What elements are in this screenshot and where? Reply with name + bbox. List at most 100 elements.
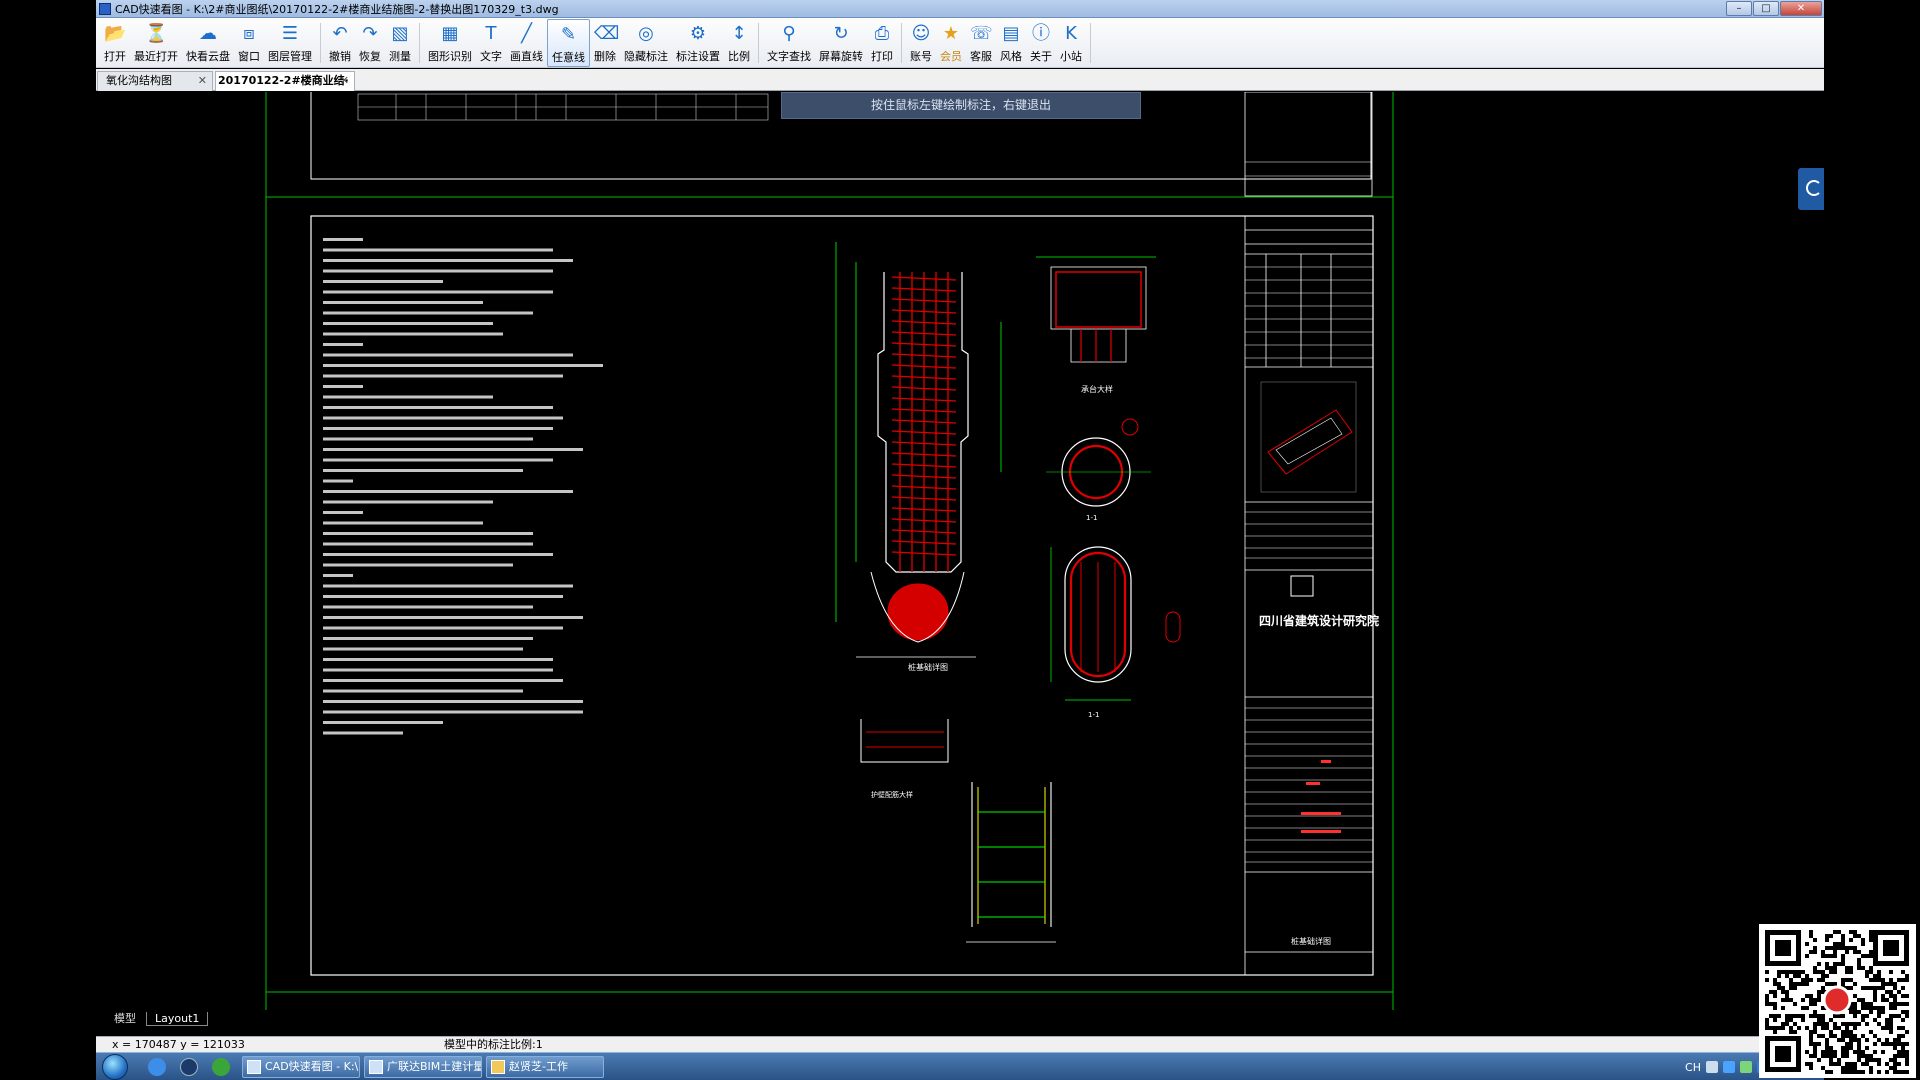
toolbar-button-print[interactable]: ⎙ 打印 — [867, 19, 897, 67]
toolbar-button-scale[interactable]: ↕ 比例 — [724, 19, 754, 67]
measure-icon: ▧ — [391, 23, 409, 44]
toolbar-button-eraser[interactable]: ⌫ 删除 — [590, 19, 620, 67]
media-player-icon[interactable] — [180, 1058, 198, 1076]
close-tab-icon[interactable]: ✕ — [340, 72, 349, 90]
note-line — [323, 605, 533, 609]
taskbar-item-cad-viewer[interactable]: CAD快速看图 - K:\2... — [242, 1056, 360, 1078]
toolbar-button-text-search[interactable]: ⚲ 文字查找 — [763, 19, 815, 67]
toolbar-button-undo[interactable]: ↶ 撤销 — [325, 19, 355, 67]
window-controls: – □ ✕ — [1726, 1, 1822, 16]
toolbar-button-hide-annotation[interactable]: ◎ 隐藏标注 — [620, 19, 672, 67]
note-line — [323, 290, 553, 294]
cursor-coordinates: x = 170487 y = 121033 — [112, 1038, 245, 1051]
note-line — [323, 311, 533, 315]
note-line — [323, 553, 553, 556]
hide-annotation-icon: ◎ — [638, 23, 654, 44]
scale-icon: ↕ — [731, 23, 747, 44]
note-line — [323, 248, 553, 252]
oval-section-detail: 1-1 — [1050, 546, 1181, 719]
toolbar-button-cloud[interactable]: ☁ 快看云盘 — [182, 19, 234, 67]
task-label: 赵贤芝-工作 — [509, 1060, 568, 1073]
note-line — [323, 647, 523, 651]
taskbar-item-glodon-bim[interactable]: 广联达BIM土建计量... — [364, 1056, 482, 1078]
headset-icon: ☏ — [970, 23, 993, 44]
status-bar: x = 170487 y = 121033 模型中的标注比例:1 — [96, 1036, 1824, 1052]
toolbar-button-shape-recognition[interactable]: ▦ 图形识别 — [424, 19, 476, 67]
upper-title-block — [1244, 92, 1373, 197]
toolbar-button-text[interactable]: T 文字 — [476, 19, 506, 67]
layout-tab-layout1[interactable]: Layout1 — [146, 1012, 209, 1026]
drawing-canvas[interactable]: 桩基础详图 承台大样 1-1 1-1 护壁配筋大样 四川省建筑设计研究院 桩基础… — [96, 92, 1824, 1010]
toolbar-label: 窗口 — [238, 50, 260, 63]
toolbar-button-annotation-settings[interactable]: ⚙ 标注设置 — [672, 19, 724, 67]
note-line — [323, 637, 533, 640]
toolbar-button-freehand[interactable]: ✎ 任意线 — [547, 19, 590, 67]
layout-tabs: 模型 Layout1 — [96, 1010, 1824, 1028]
input-method-indicator[interactable]: CH — [1685, 1061, 1701, 1074]
side-panel-toggle-button[interactable] — [1798, 168, 1824, 210]
close-button[interactable]: ✕ — [1780, 1, 1822, 16]
tab-commercial-structure[interactable]: 20170122-2#楼商业结· ✕ — [215, 71, 355, 91]
window-icon: ⧈ — [243, 23, 255, 44]
toolbar-button-redo[interactable]: ↷ 恢复 — [355, 19, 385, 67]
cad-app-icon — [247, 1060, 261, 1074]
chrome-icon[interactable] — [212, 1058, 230, 1076]
battery-icon[interactable] — [1740, 1061, 1752, 1073]
minimize-button[interactable]: – — [1726, 1, 1752, 16]
toolbar-button-recent[interactable]: ⏳ 最近打开 — [130, 19, 182, 67]
note-line — [323, 374, 563, 378]
toolbar-button-layers[interactable]: ☰ 图层管理 — [264, 19, 316, 67]
note-line — [323, 679, 563, 682]
pile-detail-label: 桩基础详图 — [908, 662, 948, 672]
close-tab-icon[interactable]: ✕ — [198, 72, 207, 90]
folder-icon — [491, 1060, 505, 1074]
tab-oxidation-ditch[interactable]: 氧化沟结构图 ✕ — [97, 71, 213, 91]
freehand-icon: ✎ — [560, 24, 577, 45]
toolbar-button-headset[interactable]: ☏ 客服 — [966, 19, 996, 67]
main-toolbar: 📂 打开 ⏳ 最近打开 ☁ 快看云盘 ⧈ 窗口 ☰ 图层管理 ↶ 撤销 ↷ 恢复 ▧ 测量 ▦ 图形识别 T 文字 ╱ 画… — [96, 18, 1824, 68]
help-icon[interactable] — [1723, 1061, 1735, 1073]
note-line — [323, 521, 483, 525]
toolbar-button-folder-open[interactable]: 📂 打开 — [100, 19, 130, 67]
cloud-icon: ☁ — [199, 23, 217, 44]
toolbar-label: 关于 — [1030, 50, 1052, 63]
note-line — [323, 584, 573, 588]
note-line — [323, 353, 573, 357]
toolbar-label: 任意线 — [552, 51, 585, 64]
toolbar-button-vip[interactable]: ★ 会员 — [936, 19, 966, 67]
toolbar-button-k-site[interactable]: K 小站 — [1056, 19, 1086, 67]
note-line — [323, 595, 563, 598]
maximize-button[interactable]: □ — [1753, 1, 1779, 16]
toolbar-label: 打印 — [871, 50, 893, 63]
task-label: 广联达BIM土建计量... — [387, 1060, 481, 1073]
note-line — [323, 322, 493, 325]
note-line — [323, 689, 523, 693]
app-logo-icon — [99, 2, 111, 15]
tab-label: 20170122-2#楼商业结· — [218, 74, 349, 87]
title-block-red-marks — [1301, 760, 1341, 833]
upper-sheet-table — [357, 93, 769, 121]
toolbar-label: 删除 — [594, 50, 616, 63]
keyboard-icon[interactable] — [1706, 1061, 1718, 1073]
toolbar-button-style[interactable]: ▤ 风格 — [996, 19, 1026, 67]
start-button[interactable] — [102, 1054, 128, 1080]
layers-icon: ☰ — [281, 23, 299, 44]
note-line — [323, 700, 583, 703]
rotate-screen-icon: ↻ — [833, 23, 849, 44]
taskbar-item-folder[interactable]: 赵贤芝-工作 — [486, 1056, 604, 1078]
layout-tab-model[interactable]: 模型 — [106, 1012, 144, 1026]
note-line — [323, 532, 533, 535]
taskbar: CAD快速看图 - K:\2... 广联达BIM土建计量... 赵贤芝-工作 C… — [96, 1052, 1824, 1080]
toolbar-button-window[interactable]: ⧈ 窗口 — [234, 19, 264, 67]
redo-icon: ↷ — [362, 23, 378, 44]
annotation-scale: 模型中的标注比例:1 — [444, 1038, 543, 1051]
toolbar-button-line[interactable]: ╱ 画直线 — [506, 19, 547, 67]
toolbar-button-measure[interactable]: ▧ 测量 — [385, 19, 415, 67]
text-search-icon: ⚲ — [782, 23, 796, 44]
toolbar-button-rotate-screen[interactable]: ↻ 屏幕旋转 — [815, 19, 867, 67]
browser-icon[interactable] — [148, 1058, 166, 1076]
toolbar-button-account[interactable]: ☺ 账号 — [906, 19, 936, 67]
note-line — [323, 710, 583, 714]
note-line — [323, 448, 583, 451]
toolbar-button-info[interactable]: ⓘ 关于 — [1026, 19, 1056, 67]
